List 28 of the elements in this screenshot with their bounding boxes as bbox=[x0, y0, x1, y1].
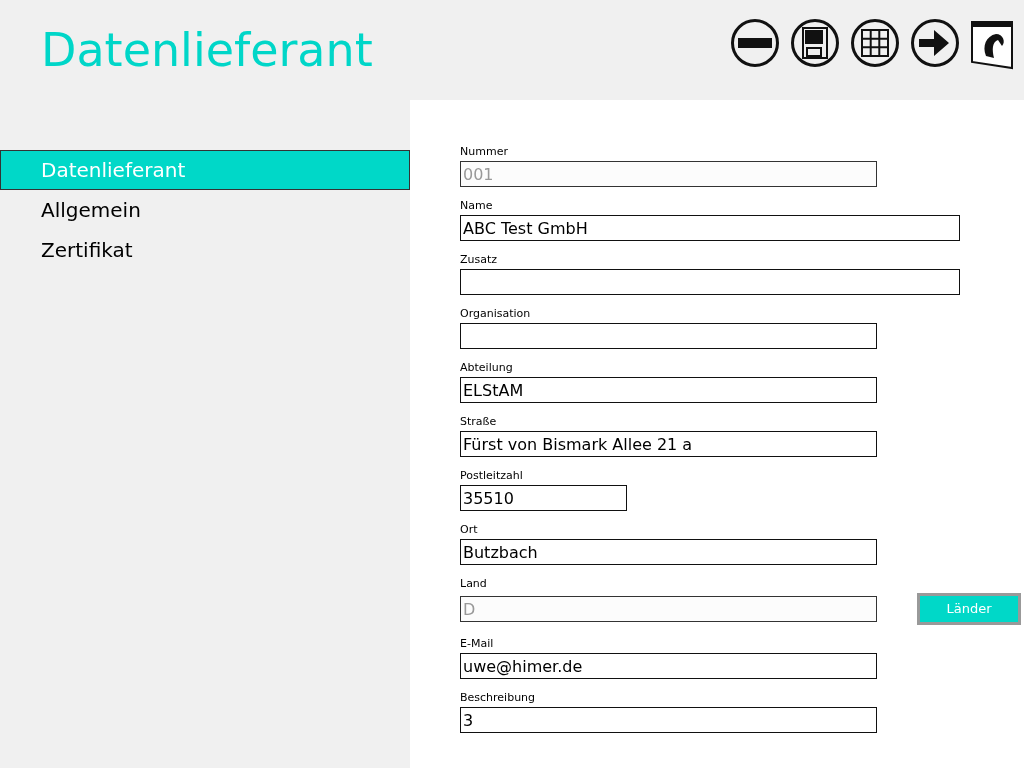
field-label: Zusatz bbox=[460, 253, 499, 267]
grid-icon[interactable] bbox=[850, 18, 900, 68]
field-label: Name bbox=[460, 199, 494, 213]
field-label: Nummer bbox=[460, 145, 509, 159]
field-label: Ort bbox=[460, 523, 479, 537]
text-field[interactable] bbox=[460, 323, 877, 349]
text-field[interactable]: Butzbach bbox=[460, 539, 877, 565]
text-field[interactable]: 3 bbox=[460, 707, 877, 733]
floppy-disk-icon[interactable] bbox=[790, 18, 840, 68]
text-field[interactable]: ELStAM bbox=[460, 377, 877, 403]
text-field[interactable] bbox=[460, 269, 960, 295]
field-label: Organisation bbox=[460, 307, 532, 321]
window-icon[interactable] bbox=[970, 18, 1016, 70]
page-title: Datenlieferant bbox=[41, 22, 373, 78]
text-field[interactable]: Fürst von Bismark Allee 21 a bbox=[460, 431, 877, 457]
text-field[interactable]: 35510 bbox=[460, 485, 627, 511]
field-label: Straße bbox=[460, 415, 498, 429]
field-label: Land bbox=[460, 577, 488, 591]
arrow-right-icon[interactable] bbox=[910, 18, 960, 68]
nav-item[interactable]: Zertifikat bbox=[0, 230, 410, 270]
nav-item[interactable]: Allgemein bbox=[0, 190, 410, 230]
text-field[interactable]: ABC Test GmbH bbox=[460, 215, 960, 241]
minus-icon[interactable] bbox=[730, 18, 780, 68]
field-label: Beschreibung bbox=[460, 691, 537, 705]
field-label: Postleitzahl bbox=[460, 469, 524, 483]
field-label: Abteilung bbox=[460, 361, 514, 375]
field-label: E-Mail bbox=[460, 637, 495, 651]
text-field[interactable]: uwe@himer.de bbox=[460, 653, 877, 679]
